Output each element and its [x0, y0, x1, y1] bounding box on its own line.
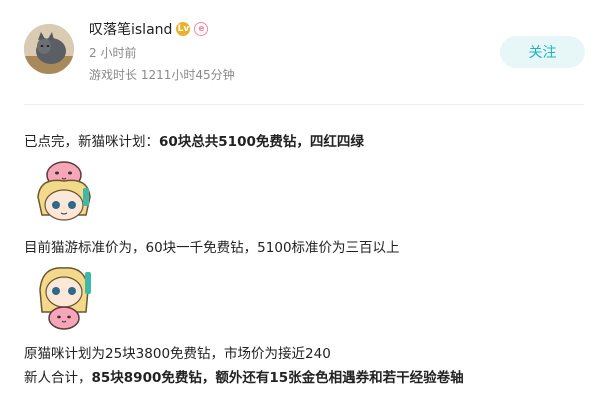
post-line-3: 原猫咪计划为25块3800免费钻，市场价为接近240 [24, 346, 331, 362]
username[interactable]: 叹落笔island [89, 19, 172, 39]
post-line-4-prefix: 新人合计， [24, 370, 92, 386]
play-time: 游戏时长 1211小时45分钟 [89, 68, 235, 82]
post-line-4-bold: 85块8900免费钻，额外还有15张金色相遇券和若干经验卷轴 [91, 370, 464, 386]
post-line-1: 已点完，新猫咪计划：60块总共5100免费钻，四红四绿 [24, 130, 364, 150]
follow-button[interactable]: 关注 [500, 36, 585, 68]
post-line-1-bold: 60块总共5100免费钻，四红四绿 [159, 134, 364, 150]
divider [24, 104, 584, 105]
post-time: 2 小时前 [89, 46, 137, 60]
pink-badge-icon: e [194, 22, 209, 36]
sticker-chibi-holding-pink-cat [28, 260, 100, 332]
post-line-2: 目前猫游标准价为，60块一千免费钻，5100标准价为三百以上 [24, 240, 400, 256]
sticker-chibi-pink-cat-on-head [28, 155, 100, 227]
username-row: 叹落笔island Lv e [89, 19, 209, 39]
level-badge-icon: Lv [176, 22, 191, 36]
user-avatar[interactable] [24, 24, 74, 74]
post-line-1-prefix: 已点完，新猫咪计划： [24, 134, 159, 150]
post-line-4: 新人合计，85块8900免费钻，额外还有15张金色相遇券和若干经验卷轴 [24, 366, 464, 386]
